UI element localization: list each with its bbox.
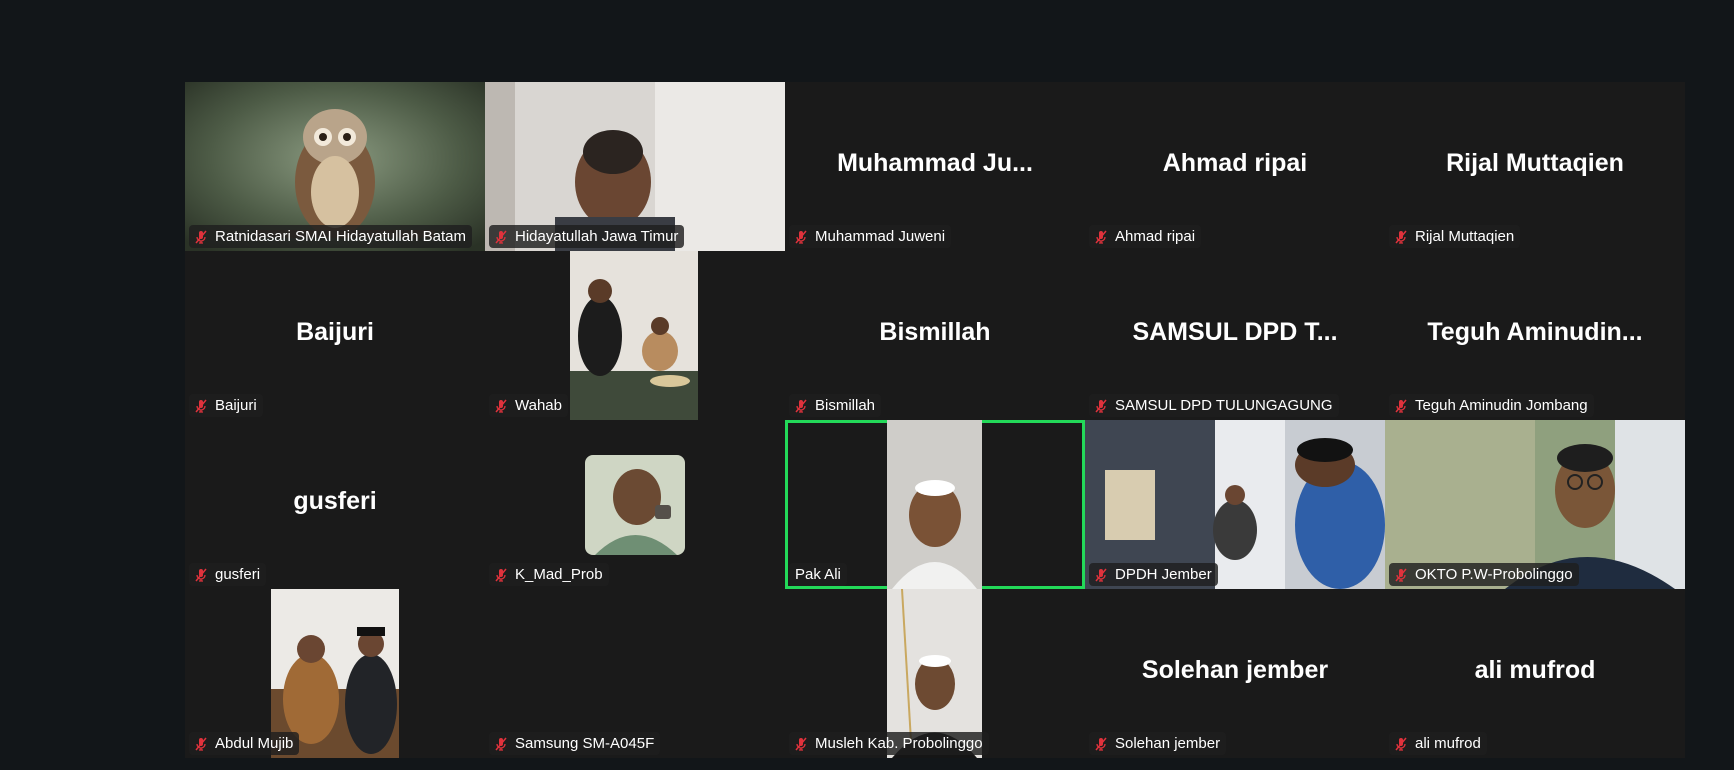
participant-name: Musleh Kab. Probolinggo (815, 735, 983, 752)
participant-tile[interactable]: Muhammad Ju... Muhammad Juweni (785, 82, 1085, 251)
mic-off-icon (1395, 568, 1407, 582)
participant-tile[interactable]: K_Mad_Prob (485, 420, 785, 589)
participant-tile[interactable]: Baijuri Baijuri (185, 251, 485, 420)
participant-tile[interactable]: Hidayatullah Jawa Timur (485, 82, 785, 251)
participant-name: Hidayatullah Jawa Timur (515, 228, 679, 245)
participant-name: Abdul Mujib (215, 735, 294, 752)
participant-name-label: Samsung SM-A045F (489, 732, 661, 755)
participant-name: Samsung SM-A045F (515, 735, 655, 752)
participant-name-label: OKTO P.W-Probolinggo (1389, 563, 1579, 586)
mic-off-icon (1395, 399, 1407, 413)
mic-off-icon (195, 737, 207, 751)
participant-tile[interactable]: Teguh Aminudin... Teguh Aminudin Jombang (1385, 251, 1685, 420)
participant-tile[interactable]: Ratnidasari SMAI Hidayatullah Batam (185, 82, 485, 251)
participant-name: gusferi (215, 566, 261, 583)
mic-off-icon (1095, 399, 1107, 413)
participant-name: Teguh Aminudin Jombang (1415, 397, 1588, 414)
mic-off-icon (1095, 568, 1107, 582)
participant-name: Muhammad Juweni (815, 228, 946, 245)
participant-name-label: Baijuri (189, 394, 263, 417)
mic-off-icon (1095, 230, 1107, 244)
participant-name-label: Musleh Kab. Probolinggo (789, 732, 989, 755)
participant-video (570, 251, 698, 420)
participant-tile[interactable]: ali mufrod ali mufrod (1385, 589, 1685, 758)
participant-display-name: Solehan jember (1141, 655, 1329, 684)
participant-tile[interactable]: Solehan jember Solehan jember (1085, 589, 1385, 758)
participant-name-label: Wahab (489, 394, 568, 417)
participant-name-label: gusferi (189, 563, 267, 586)
active-speaker-tile[interactable]: Pak Ali (785, 420, 1085, 589)
participant-tile[interactable]: Rijal Muttaqien Rijal Muttaqien (1385, 82, 1685, 251)
video-grid: Ratnidasari SMAI Hidayatullah Batam Hida… (185, 82, 1685, 758)
mic-off-icon (1395, 230, 1407, 244)
participant-name-label: Muhammad Juweni (789, 225, 952, 248)
participant-name: Bismillah (815, 397, 876, 414)
participant-name-label: Pak Ali (789, 563, 847, 586)
participant-display-name: Bismillah (879, 317, 991, 346)
mic-off-icon (495, 737, 507, 751)
mic-off-icon (495, 399, 507, 413)
participant-name-label: Ahmad ripai (1089, 225, 1202, 248)
participant-tile[interactable]: Samsung SM-A045F (485, 589, 785, 758)
participant-name: Wahab (515, 397, 562, 414)
participant-name: K_Mad_Prob (515, 566, 603, 583)
participant-video (887, 420, 982, 589)
participant-display-name: Muhammad Ju... (837, 148, 1033, 177)
participant-display-name: SAMSUL DPD T... (1132, 317, 1338, 346)
participant-name: Ahmad ripai (1115, 228, 1196, 245)
mic-off-icon (795, 399, 807, 413)
participant-name-label: Ratnidasari SMAI Hidayatullah Batam (189, 225, 472, 248)
participant-name: Ratnidasari SMAI Hidayatullah Batam (215, 228, 466, 245)
participant-name-label: ali mufrod (1389, 732, 1487, 755)
mic-off-icon (1395, 737, 1407, 751)
mic-off-icon (1095, 737, 1107, 751)
participant-name: Baijuri (215, 397, 257, 414)
mic-off-icon (195, 230, 207, 244)
participant-name-label: DPDH Jember (1089, 563, 1218, 586)
participant-tile[interactable]: DPDH Jember (1085, 420, 1385, 589)
participant-display-name: Teguh Aminudin... (1427, 317, 1643, 346)
participant-name: ali mufrod (1415, 735, 1481, 752)
mic-off-icon (495, 568, 507, 582)
participant-tile[interactable]: Wahab (485, 251, 785, 420)
mic-off-icon (495, 230, 507, 244)
participant-name: Pak Ali (795, 566, 841, 583)
participant-display-name: Baijuri (296, 317, 374, 346)
mic-off-icon (195, 568, 207, 582)
participant-name: SAMSUL DPD TULUNGAGUNG (1115, 397, 1333, 414)
participant-name-label: Teguh Aminudin Jombang (1389, 394, 1594, 417)
participant-name-label: Hidayatullah Jawa Timur (489, 225, 685, 248)
mic-off-icon (195, 399, 207, 413)
participant-tile[interactable]: OKTO P.W-Probolinggo (1385, 420, 1685, 589)
participant-name-label: Rijal Muttaqien (1389, 225, 1521, 248)
participant-tile[interactable]: Ahmad ripai Ahmad ripai (1085, 82, 1385, 251)
participant-avatar (585, 455, 685, 555)
participant-name-label: Bismillah (789, 394, 882, 417)
participant-tile[interactable]: Musleh Kab. Probolinggo (785, 589, 1085, 758)
participant-name-label: Solehan jember (1089, 732, 1227, 755)
mic-off-icon (795, 737, 807, 751)
mic-off-icon (795, 230, 807, 244)
participant-name-label: Abdul Mujib (189, 732, 300, 755)
participant-name: OKTO P.W-Probolinggo (1415, 566, 1573, 583)
participant-tile[interactable]: gusferi gusferi (185, 420, 485, 589)
participant-name: DPDH Jember (1115, 566, 1212, 583)
participant-name: Solehan jember (1115, 735, 1221, 752)
participant-display-name: gusferi (293, 486, 377, 515)
participant-name: Rijal Muttaqien (1415, 228, 1515, 245)
participant-tile[interactable]: Bismillah Bismillah (785, 251, 1085, 420)
participant-display-name: Rijal Muttaqien (1446, 148, 1624, 177)
participant-name-label: SAMSUL DPD TULUNGAGUNG (1089, 394, 1339, 417)
participant-tile[interactable]: Abdul Mujib (185, 589, 485, 758)
participant-name-label: K_Mad_Prob (489, 563, 609, 586)
participant-display-name: Ahmad ripai (1162, 148, 1308, 177)
participant-display-name: ali mufrod (1474, 655, 1596, 684)
participant-tile[interactable]: SAMSUL DPD T... SAMSUL DPD TULUNGAGUNG (1085, 251, 1385, 420)
